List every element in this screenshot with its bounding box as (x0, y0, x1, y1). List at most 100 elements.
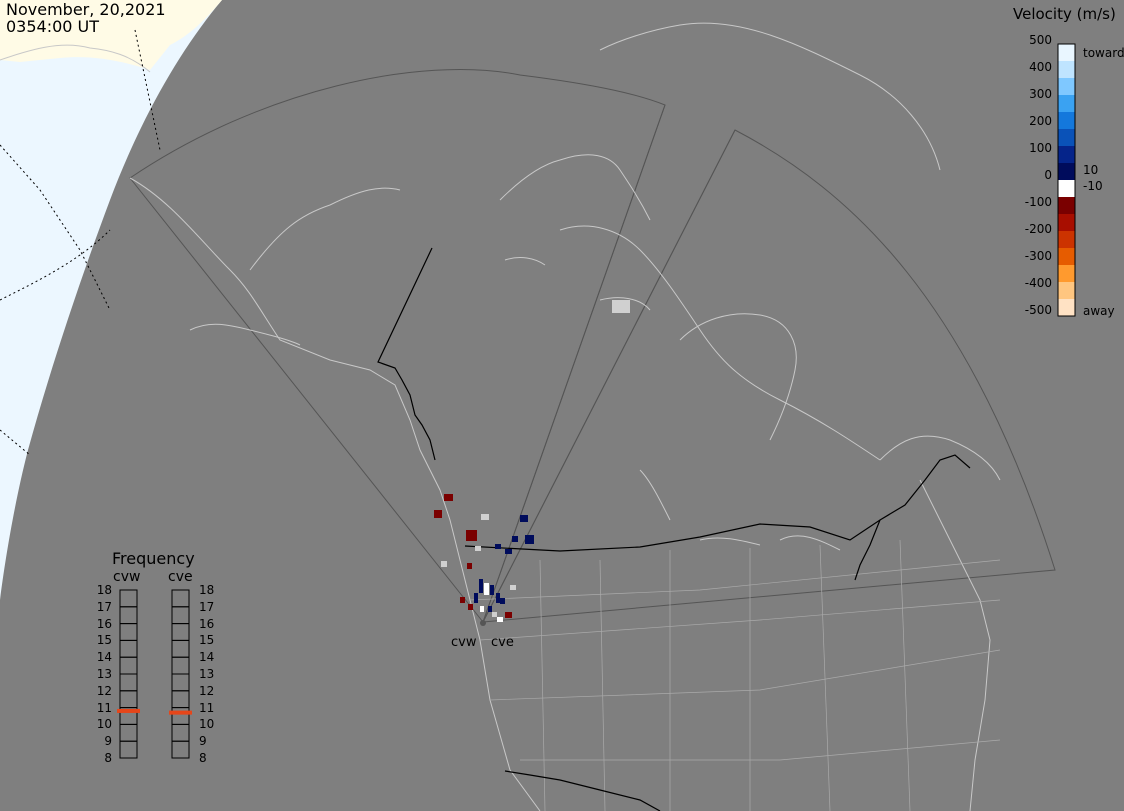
frequency-tick-right: 16 (199, 616, 215, 631)
frequency-marker (117, 708, 140, 713)
frequency-cell (119, 740, 138, 759)
echo-cell (510, 585, 516, 590)
daylight-region (0, 0, 222, 600)
colorbar-segment (1058, 248, 1075, 266)
frequency-tick-right: 18 (199, 583, 215, 597)
frequency-title: Frequency (112, 549, 195, 568)
velocity-title: Velocity (m/s) (1013, 5, 1116, 23)
frequency-cell (119, 606, 138, 625)
echo-cell (441, 561, 447, 567)
colorbar-segment (1058, 95, 1075, 113)
frequency-cell (171, 589, 190, 608)
cvw-fov (129, 69, 666, 624)
frequency-tick-left: 8 (104, 751, 112, 765)
frequency-tick-left: 16 (96, 616, 112, 631)
state-boundaries (469, 539, 1001, 811)
frequency-tick-left: 17 (96, 599, 112, 614)
velocity-tick-label: 0 (1044, 168, 1052, 182)
colorbar-segment (1058, 61, 1075, 79)
velocity-colorbar (1057, 43, 1076, 317)
echo-cell (444, 494, 453, 501)
echo-cell (484, 583, 489, 595)
echo-cell (505, 549, 512, 554)
frequency-tick-left: 11 (96, 700, 112, 715)
echo-cell (500, 598, 505, 604)
frequency-cell (119, 673, 138, 692)
echo-cell (475, 546, 481, 551)
frequency-radar-cve: cve (168, 569, 193, 585)
frequency-cell (171, 723, 190, 742)
echo-cell (474, 593, 478, 603)
frequency-tick-left: 9 (104, 734, 112, 749)
frequency-cell (171, 707, 190, 725)
colorbar-segment (1058, 129, 1075, 147)
echo-cell (505, 612, 512, 618)
frequency-tick-right: 14 (199, 650, 215, 665)
frequency-cell (171, 656, 190, 675)
velocity-tick-label: -10 (1083, 179, 1103, 193)
frequency-cell (171, 673, 190, 692)
frequency-cell (171, 606, 190, 625)
frequency-tick-left: 13 (96, 667, 112, 681)
colorbar-segment (1058, 146, 1075, 164)
velocity-tick-label: -100 (1024, 195, 1052, 209)
echo-cell (492, 612, 497, 617)
velocity-tick-label: 400 (1029, 60, 1052, 74)
echo-cell (467, 563, 472, 569)
toward-label: toward (1083, 46, 1124, 60)
velocity-tick-label: -400 (1024, 276, 1052, 290)
frequency-tick-right: 13 (199, 667, 215, 681)
cve-fov (482, 129, 1056, 623)
national-borders (377, 247, 971, 811)
echo-cell (434, 510, 442, 518)
colorbar-segment (1058, 265, 1075, 283)
frequency-tick-left: 14 (96, 650, 112, 665)
radar-label-cve: cve (491, 635, 514, 650)
velocity-tick-label: 100 (1029, 141, 1052, 155)
echo-cell (488, 606, 492, 612)
velocity-tick-label: 200 (1029, 114, 1052, 128)
frequency-tick-right: 9 (199, 734, 207, 749)
frequency-cell (119, 639, 138, 658)
velocity-tick-label: 500 (1029, 33, 1052, 47)
echo-cell (481, 514, 489, 520)
radar-label-cvw: cvw (451, 635, 477, 650)
radar-site-marker (480, 620, 486, 626)
frequency-tick-left: 12 (96, 683, 112, 698)
velocity-tick-label: 300 (1029, 87, 1052, 101)
echo-cell (497, 617, 503, 622)
date-label: November, 20,2021 (6, 0, 166, 19)
colorbar-segment (1058, 299, 1075, 317)
echo-cell (468, 604, 473, 610)
fov-outlines (129, 69, 1056, 624)
frequency-cell (119, 656, 138, 675)
echo-cell (520, 515, 528, 522)
frequency-cell (171, 690, 190, 709)
velocity-tick-label: -500 (1024, 303, 1052, 317)
frequency-tick-left: 15 (96, 633, 112, 648)
colorbar-segment (1058, 44, 1075, 62)
echo-cell (479, 579, 483, 593)
colorbar-segment (1058, 214, 1075, 232)
frequency-cell (171, 623, 190, 641)
frequency-radar-cvw: cvw (113, 569, 141, 585)
echo-cell (495, 544, 501, 549)
frequency-cell (171, 740, 190, 759)
timestamp: November, 20,2021 0354:00 UT (6, 1, 166, 35)
colorbar-segment (1058, 180, 1075, 198)
frequency-cell (119, 723, 138, 742)
velocity-tick-label: 10 (1083, 163, 1099, 177)
frequency-cell (119, 690, 138, 709)
velocity-tick-label: -200 (1024, 222, 1052, 236)
frequency-cell (119, 623, 138, 641)
echo-cell (480, 606, 484, 612)
map-canvas (0, 0, 1076, 811)
frequency-tick-right: 17 (199, 599, 215, 614)
coastlines (129, 22, 1001, 811)
velocity-tick-label: -300 (1024, 249, 1052, 263)
colorbar-segment (1058, 112, 1075, 130)
frequency-cell (171, 639, 190, 658)
frequency-cell (119, 589, 138, 608)
frequency-panel (117, 589, 192, 759)
echo-cell (612, 300, 630, 313)
